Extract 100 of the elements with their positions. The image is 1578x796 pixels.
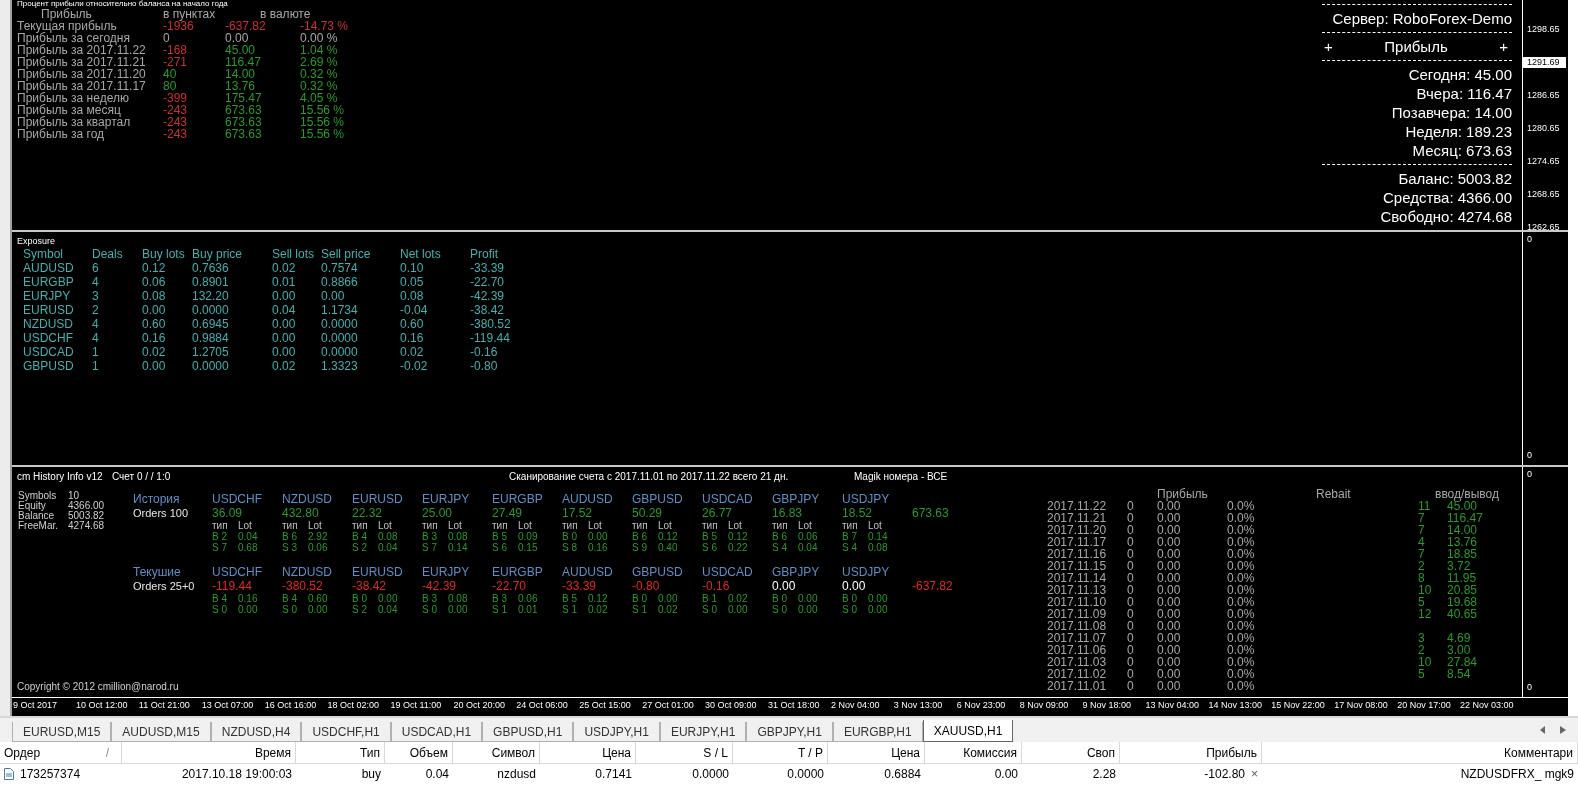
column-header: Buy price — [192, 246, 244, 261]
column-label: Lot — [518, 520, 532, 532]
scale-label: 1274.65 — [1526, 156, 1561, 167]
table-cell-text: 80 — [163, 80, 178, 92]
chart-tab[interactable]: NZDUSD,H4 — [210, 722, 302, 742]
table-cell-text: 0.0% — [1227, 584, 1256, 597]
column-header[interactable]: Комиссия — [925, 742, 1022, 764]
table-cell-text: 3 — [92, 288, 100, 303]
table-cell-text: 1.1734 — [321, 302, 359, 317]
time-label: 15 Nov 22:00 — [1270, 699, 1326, 712]
table-cell-text: -399 — [163, 92, 189, 104]
table-cell-text: 2017.11.17 — [1047, 536, 1108, 549]
column-header[interactable]: Своп — [1022, 742, 1120, 764]
table-cell-text: 0.10 — [400, 260, 425, 275]
chart-tab[interactable]: USDCAD,H1 — [390, 722, 483, 742]
column-label: Lot — [448, 520, 462, 532]
chart-tab[interactable]: GBPJPY,H1 — [746, 722, 833, 742]
table-cell-text: 7 — [1418, 512, 1426, 525]
table-cell-text: 4.05 % — [300, 92, 339, 104]
row-label: Прибыль за сегодня — [17, 32, 130, 44]
table-cell-text: 0.00 — [1157, 572, 1182, 585]
table-cell-text: 673.63 — [225, 116, 263, 128]
chart-tab[interactable]: EURJPY,H1 — [659, 722, 747, 742]
lot-value: 0.00 — [238, 604, 258, 616]
deal-count: S 2 — [352, 542, 368, 554]
chart-tab[interactable]: GBPUSD,H1 — [482, 722, 574, 742]
lot-value: 0.00 — [308, 604, 328, 616]
table-cell-text: EURUSD — [23, 302, 75, 317]
deal-count: S 1 — [492, 604, 508, 616]
copyright-text: Copyright © 2012 cmillion@narod.ru — [16, 681, 180, 693]
column-header: Rebait — [1315, 488, 1352, 501]
table-cell-text: -119.44 — [470, 330, 511, 345]
column-header[interactable]: T / P — [733, 742, 828, 764]
symbol-profit: -22.70 — [492, 579, 528, 594]
scale-label: 1268.65 — [1526, 189, 1561, 200]
column-header[interactable]: Объем — [385, 742, 453, 764]
table-cell-text: 0 — [1127, 632, 1135, 645]
chart-tab[interactable]: XAUUSD,H1 — [922, 720, 1014, 742]
table-cell-text: 0.60 — [400, 316, 425, 331]
table-cell-text: 0.02 — [142, 344, 167, 359]
column-header[interactable]: Тип — [296, 742, 385, 764]
close-mark[interactable]: × — [1251, 767, 1258, 784]
column-header[interactable]: S / L — [636, 742, 733, 764]
table-cell-text: 2017.11.21 — [1047, 512, 1108, 525]
row-label: Прибыль за 2017.11.20 — [17, 68, 147, 80]
symbol-name: EURGBP — [492, 492, 544, 507]
column-label: тип — [352, 520, 369, 532]
column-label: Lot — [868, 520, 882, 532]
symbol-name: GBPUSD — [632, 565, 684, 580]
column-header: в пунктах — [163, 8, 216, 20]
symbol-name: EURJPY — [422, 492, 471, 507]
chart-tab[interactable]: USDCHF,H1 — [301, 722, 391, 742]
table-cell-text: 15.56 % — [300, 104, 346, 116]
table-cell-text: -637.82 — [225, 20, 267, 32]
column-header[interactable]: Ордер — [4, 746, 41, 763]
table-cell-text: 0 — [1127, 596, 1135, 609]
column-header: Net lots — [400, 246, 442, 261]
chart-tab[interactable]: USDJPY,H1 — [573, 722, 660, 742]
column-label: тип — [702, 520, 719, 532]
time-label: 27 Oct 01:00 — [641, 699, 695, 712]
column-header[interactable]: Комментари — [1262, 742, 1578, 764]
chart-tab[interactable]: EURGBP,H1 — [832, 722, 923, 742]
table-cell-text: 116.47 — [225, 56, 262, 68]
column-header[interactable]: Время — [122, 742, 296, 764]
lot-value: 0.02 — [588, 604, 608, 616]
table-cell-text: EURGBP — [23, 274, 75, 289]
deal-count: B 6 — [772, 531, 788, 543]
table-cell-text: 13.76 — [1447, 536, 1479, 549]
table-cell-text: 6 — [92, 260, 100, 275]
table-cell-text: 0.8901 — [192, 274, 230, 289]
column-header[interactable]: Цена — [828, 742, 925, 764]
table-cell-text: -22.70 — [470, 274, 506, 289]
total-value: -637.82 — [912, 578, 954, 594]
symbol-profit: -0.80 — [632, 579, 661, 594]
chart-tab[interactable]: AUDUSD,M15 — [111, 722, 211, 742]
deal-count: B 5 — [492, 531, 508, 543]
sort-indicator: / — [105, 746, 109, 762]
symbol-profit: -0.16 — [702, 579, 731, 594]
row-label: Прибыль за месяц — [17, 104, 121, 116]
table-cell-text: 3 — [1418, 632, 1426, 645]
table-cell-text: 18.85 — [1447, 548, 1479, 561]
scan-period-label: Сканирование счета с 2017.11.01 по 2017.11.22 всего 21 дн. — [509, 470, 790, 484]
time-label: 3 Nov 13:00 — [892, 699, 944, 712]
info-label: Equity — [18, 501, 46, 512]
column-header[interactable]: Символ — [453, 742, 540, 764]
deal-count: S 2 — [352, 604, 368, 616]
table-cell-text: 0.6945 — [192, 316, 230, 331]
column-label: тип — [282, 520, 299, 532]
table-cell-text: 0.32 % — [300, 80, 339, 92]
chart-tab[interactable]: EURUSD,M15 — [12, 722, 112, 742]
symbol-profit: -119.44 — [212, 579, 253, 594]
deal-count: S 0 — [282, 604, 298, 616]
table-cell-text: 0.0% — [1227, 668, 1256, 681]
deal-count: B 5 — [562, 593, 578, 605]
symbol-name: GBPJPY — [772, 492, 821, 507]
column-header[interactable]: Цена — [540, 742, 636, 764]
column-header[interactable]: Прибыль — [1120, 742, 1262, 764]
table-cell-text: 0.12 — [142, 260, 167, 275]
lot-value: 0.04 — [238, 531, 258, 543]
symbol-profit: 432.80 — [282, 506, 320, 521]
